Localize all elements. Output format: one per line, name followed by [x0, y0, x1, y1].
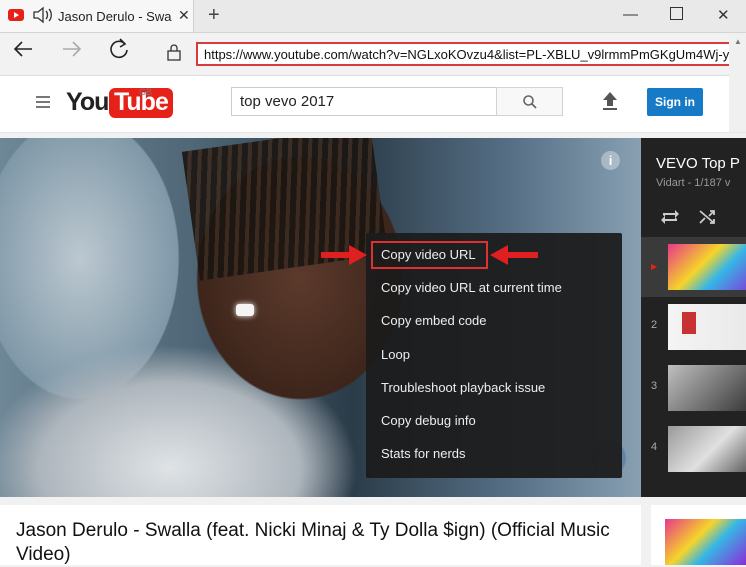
url-text: https://www.youtube.com/watch?v=NGLxoKOv…: [204, 47, 746, 62]
close-tab-icon[interactable]: ✕: [178, 7, 190, 24]
info-icon[interactable]: i: [601, 151, 620, 170]
scroll-up-icon[interactable]: ▲: [734, 37, 742, 46]
youtube-header: You Tube GB top vevo 2017 Sign in: [0, 76, 746, 133]
youtube-favicon-icon: [8, 9, 24, 21]
playlist-thumbnail: [668, 304, 746, 350]
close-window-icon[interactable]: ✕: [717, 6, 730, 24]
search-icon: [523, 95, 537, 109]
back-icon[interactable]: [11, 37, 35, 68]
minimize-icon[interactable]: —: [623, 6, 638, 23]
arrow-right-icon: [321, 245, 367, 270]
playlist-item[interactable]: 4: [641, 419, 746, 479]
earring-detail: [236, 304, 254, 316]
menu-item-troubleshoot[interactable]: Troubleshoot playback issue: [366, 372, 622, 405]
menu-item-stats-for-nerds[interactable]: Stats for nerds: [366, 438, 622, 471]
related-thumbnail[interactable]: [665, 519, 746, 565]
menu-item-copy-embed-code[interactable]: Copy embed code: [366, 305, 622, 338]
browser-tab[interactable]: Jason Derulo - Swa ✕: [0, 0, 194, 32]
menu-item-label: Copy debug info: [381, 413, 476, 428]
menu-item-copy-url-at-time[interactable]: Copy video URL at current time: [366, 272, 622, 305]
playlist-item[interactable]: 3: [641, 358, 746, 418]
related-video[interactable]: [651, 505, 746, 565]
arrow-left-icon: [490, 245, 538, 270]
playlist-item[interactable]: 2: [641, 297, 746, 357]
playlist-item-number: 3: [651, 380, 658, 392]
menu-icon[interactable]: [36, 96, 50, 111]
search-input[interactable]: top vevo 2017: [231, 87, 497, 116]
menu-item-label: Loop: [381, 347, 410, 362]
repeat-icon[interactable]: [660, 208, 680, 231]
playlist-thumbnail: [668, 365, 746, 411]
logo-you-text[interactable]: You: [66, 88, 109, 117]
video-info-panel: Jason Derulo - Swalla (feat. Nicki Minaj…: [0, 505, 641, 565]
upload-icon[interactable]: [601, 90, 619, 117]
tab-title: Jason Derulo - Swa: [58, 9, 172, 24]
menu-item-copy-debug-info[interactable]: Copy debug info: [366, 405, 622, 438]
refresh-icon[interactable]: [107, 37, 131, 68]
playlist-subtitle: Vidart - 1/187 v: [656, 177, 731, 189]
speaker-icon[interactable]: [32, 6, 54, 29]
search-value: top vevo 2017: [240, 93, 335, 110]
sign-in-button[interactable]: Sign in: [647, 88, 703, 116]
thumbnail-detail: [682, 312, 696, 334]
now-playing-icon: ▶: [651, 262, 658, 271]
menu-item-label: Troubleshoot playback issue: [381, 380, 546, 395]
playlist-thumbnail: [668, 244, 746, 290]
playlist-thumbnail: [668, 426, 746, 472]
url-input[interactable]: https://www.youtube.com/watch?v=NGLxoKOv…: [196, 42, 746, 66]
new-tab-icon[interactable]: +: [208, 4, 220, 27]
playlist-item-number: 4: [651, 441, 658, 453]
playlist-panel: VEVO Top P Vidart - 1/187 v ▶ 2 3 4: [641, 138, 746, 497]
browser-titlebar: Jason Derulo - Swa ✕ + — ✕: [0, 0, 746, 33]
address-bar-row: https://www.youtube.com/watch?v=NGLxoKOv…: [0, 33, 746, 76]
playlist-item-number: 2: [651, 319, 658, 331]
playlist-item[interactable]: ▶: [641, 237, 746, 297]
menu-item-label: Copy video URL at current time: [381, 280, 562, 295]
menu-item-loop[interactable]: Loop: [366, 339, 622, 372]
menu-item-label: Stats for nerds: [381, 446, 466, 461]
forward-icon[interactable]: [60, 37, 84, 68]
search-button[interactable]: [496, 87, 563, 116]
shuffle-icon[interactable]: [698, 208, 718, 231]
menu-item-label: Copy embed code: [381, 313, 487, 328]
highlight-box: [371, 241, 488, 269]
playlist-title[interactable]: VEVO Top P: [656, 155, 740, 172]
lock-icon: [167, 43, 181, 66]
logo-region: GB: [139, 87, 153, 97]
scrollbar[interactable]: ▲: [729, 33, 746, 132]
maximize-icon[interactable]: [670, 7, 683, 20]
